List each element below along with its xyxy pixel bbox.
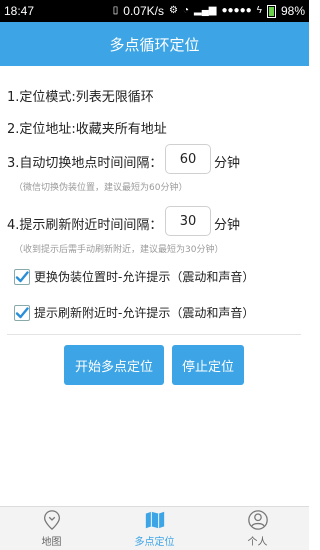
status-time: 18:47 xyxy=(4,4,35,18)
divider xyxy=(7,334,301,335)
page-title: 多点循环定位 xyxy=(109,35,200,54)
status-bar: 18:47 ▯ 0.07K/s ⚙ ◔ ▂▄▆ ●●●●● ϟ 98% xyxy=(0,0,309,22)
map-pin-icon xyxy=(43,510,60,531)
wifi-icon: ◔ xyxy=(182,5,189,16)
map-icon xyxy=(145,511,164,529)
switch-interval-input[interactable]: 60 xyxy=(165,144,211,174)
refresh-interval-hint: （收到提示后需手动刷新附近，建议最短为30分钟） xyxy=(14,245,224,255)
sim-icon: ▯ xyxy=(112,5,119,16)
status-right: ▯ 0.07K/s ⚙ ◔ ▂▄▆ ●●●●● ϟ 98% xyxy=(113,4,305,18)
dots-icon: ●●●●● xyxy=(221,5,252,16)
check-refresh-nearby-label: 提示刷新附近时-允许提示（震动和声音） xyxy=(34,306,255,320)
start-multi-location-button[interactable]: 开始多点定位 xyxy=(64,345,164,385)
nfc-icon: ⚙ xyxy=(168,5,178,16)
address-line: 2.定位地址:收藏夹所有地址 xyxy=(7,122,167,137)
switch-interval-hint: （微信切换伪装位置，建议最短为60分钟） xyxy=(14,183,188,193)
tab-personal-label: 个人 xyxy=(247,537,268,548)
bottom-tab-bar: 地图 多点定位 个人 xyxy=(0,506,309,550)
refresh-interval-unit: 分钟 xyxy=(214,218,241,233)
refresh-interval-label: 4.提示刷新附近时间间隔： xyxy=(7,218,163,233)
tab-map-label: 地图 xyxy=(41,537,62,548)
person-icon xyxy=(247,510,268,530)
switch-interval-unit: 分钟 xyxy=(214,156,241,171)
battery-icon xyxy=(266,4,276,18)
tab-personal[interactable]: 个人 xyxy=(206,507,309,550)
signal-icon: ▂▄▆ xyxy=(194,5,217,16)
checkmark-icon xyxy=(15,306,29,318)
tab-multi-location[interactable]: 多点定位 xyxy=(103,507,206,550)
check-change-location-label: 更换伪装位置时-允许提示（震动和声音） xyxy=(34,270,255,284)
refresh-interval-input[interactable]: 30 xyxy=(165,206,211,236)
battery-percent: 98% xyxy=(280,4,305,18)
app-header: 多点循环定位 xyxy=(0,22,309,66)
mode-line: 1.定位模式:列表无限循环 xyxy=(7,90,154,105)
checkmark-icon xyxy=(15,270,29,282)
check-change-location-row[interactable]: 更换伪装位置时-允许提示（震动和声音） xyxy=(14,268,254,285)
checkbox-change-location[interactable] xyxy=(14,268,30,285)
checkbox-refresh-nearby[interactable] xyxy=(14,304,30,321)
tab-map[interactable]: 地图 xyxy=(0,507,103,550)
check-refresh-nearby-row[interactable]: 提示刷新附近时-允许提示（震动和声音） xyxy=(14,304,254,321)
network-speed: 0.07K/s xyxy=(123,4,164,18)
tab-multi-location-label: 多点定位 xyxy=(134,537,175,548)
switch-interval-label: 3.自动切换地点时间间隔： xyxy=(7,156,163,171)
stop-location-button[interactable]: 停止定位 xyxy=(172,345,244,385)
charging-icon: ϟ xyxy=(256,5,262,16)
